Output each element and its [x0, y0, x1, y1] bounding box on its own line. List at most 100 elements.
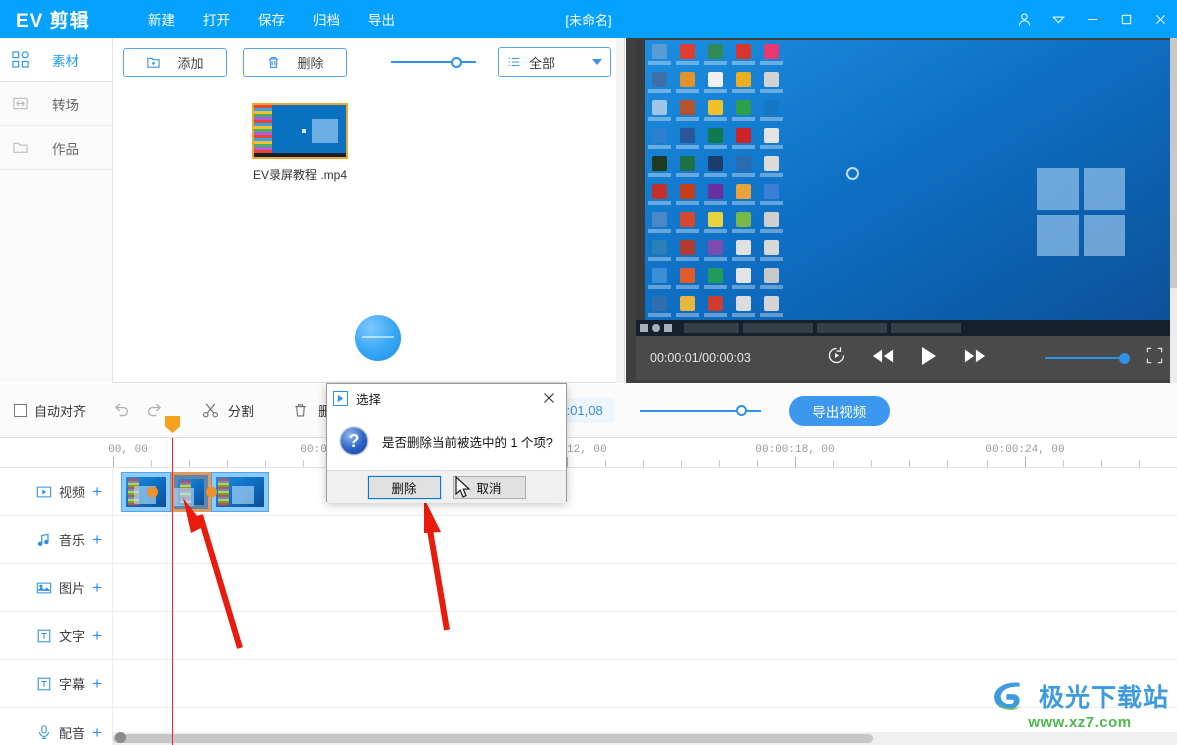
chevron-down-icon[interactable]	[1041, 0, 1075, 38]
timeline-hscrollbar-grip[interactable]	[115, 732, 126, 743]
menu-item-archive[interactable]: 归档	[299, 3, 354, 35]
slider-track	[391, 61, 451, 63]
sidebar-item-materials[interactable]: 素材	[0, 38, 112, 82]
track-head-video[interactable]: 视频 +	[0, 468, 113, 515]
video-canvas[interactable]	[636, 40, 1177, 336]
timeline-zoom-slider[interactable]	[639, 405, 761, 416]
add-button-label: 添加	[177, 55, 204, 71]
clip-handle-right[interactable]	[206, 486, 217, 497]
minimize-icon[interactable]	[1075, 0, 1109, 38]
track-body-video[interactable]	[113, 468, 1177, 515]
aurora-logo-icon	[994, 682, 1021, 710]
clip-video-3[interactable]	[211, 472, 269, 512]
account-icon[interactable]	[1007, 0, 1041, 38]
dialog-close-icon[interactable]	[538, 387, 560, 409]
checkbox-box[interactable]	[14, 404, 27, 417]
subtitle-icon	[36, 676, 52, 692]
export-video-button[interactable]: 导出视频	[788, 395, 890, 426]
filter-select[interactable]: 全部	[498, 47, 611, 77]
timeline-ruler[interactable]: 00, 00 00:00:06, 00 00:00:12, 00 00:00:1…	[0, 438, 1177, 468]
replay-icon[interactable]	[827, 346, 846, 370]
forward-icon[interactable]	[964, 347, 986, 370]
auto-align-checkbox[interactable]: 自动对齐	[14, 401, 86, 420]
track-body-music[interactable]	[113, 516, 1177, 563]
delete-button[interactable]: 删除	[243, 47, 347, 77]
clip-video-1[interactable]	[121, 472, 171, 512]
volume-slider[interactable]	[1045, 352, 1130, 364]
preview-scrollbar-thumb[interactable]	[1170, 38, 1177, 288]
track-head-image[interactable]: 图片 +	[0, 564, 113, 611]
watermark-text: 极光下载站	[1038, 684, 1169, 712]
add-subtitle-track-button[interactable]: +	[92, 675, 102, 692]
ruler-label: 00, 00	[108, 444, 148, 456]
add-image-track-button[interactable]: +	[92, 579, 102, 596]
menu-item-export[interactable]: 导出	[354, 3, 409, 35]
clip-handle-left[interactable]	[147, 486, 158, 497]
track-body-text[interactable]	[113, 612, 1177, 659]
play-icon[interactable]	[920, 346, 938, 371]
app-brand: EV 剪辑	[16, 10, 90, 32]
library-scrollbar[interactable]	[616, 38, 624, 383]
video-icon	[36, 484, 52, 500]
sidebar-label-works: 作品	[52, 141, 79, 157]
track-label-voiceover: 配音	[59, 725, 86, 741]
window-controls	[1007, 0, 1177, 38]
track-row-image: 图片 +	[0, 564, 1177, 612]
text-icon	[36, 628, 52, 644]
thumb-size-slider[interactable]	[391, 56, 476, 68]
track-head-text[interactable]: 文字 +	[0, 612, 113, 659]
menu-item-save[interactable]: 保存	[244, 3, 299, 35]
dialog-body: ? 是否删除当前被选中的 1 个项?	[327, 412, 566, 470]
media-thumbnail[interactable]	[252, 103, 348, 159]
sidebar-item-works[interactable]: 作品	[0, 126, 112, 170]
slider-knob[interactable]	[451, 56, 462, 68]
dialog-cancel-button[interactable]: 取消	[452, 475, 526, 499]
fullscreen-icon[interactable]	[1146, 347, 1163, 369]
maximize-icon[interactable]	[1109, 0, 1143, 38]
timeline-hscrollbar[interactable]	[113, 732, 1177, 745]
rewind-icon[interactable]	[872, 347, 894, 370]
microphone-icon	[36, 724, 52, 740]
sidebar: 素材 转场 作品	[0, 38, 113, 383]
zoom-knob[interactable]	[735, 405, 747, 416]
auto-align-label: 自动对齐	[34, 404, 87, 419]
site-watermark: 极光下载站 www.xz7.com	[991, 678, 1169, 731]
sidebar-item-transitions[interactable]: 转场	[0, 82, 112, 126]
track-label-text: 文字	[59, 629, 86, 644]
add-video-track-button[interactable]: +	[92, 483, 102, 500]
volume-knob[interactable]	[1119, 352, 1130, 364]
image-icon	[36, 580, 52, 596]
menu-item-new[interactable]: 新建	[134, 3, 189, 35]
redo-icon[interactable]	[145, 399, 164, 423]
chevron-down-icon	[592, 59, 602, 65]
add-music-track-button[interactable]: +	[92, 531, 102, 548]
playback-time: 00:00:01/00:00:03	[650, 351, 751, 365]
windows-logo	[1037, 168, 1125, 256]
split-button[interactable]: 分割	[202, 401, 254, 420]
transition-icon	[12, 95, 38, 113]
preview-panel: 00:00:01/00:00:03	[626, 38, 1177, 383]
track-body-image[interactable]	[113, 564, 1177, 611]
dialog-message: 是否删除当前被选中的 1 个项?	[382, 435, 553, 450]
media-item[interactable]: EV录屏教程 .mp4	[252, 103, 348, 183]
close-icon[interactable]	[1143, 0, 1177, 38]
track-head-voiceover[interactable]: 配音 +	[0, 708, 113, 745]
track-row-video: 视频 +	[0, 468, 1177, 516]
add-text-track-button[interactable]: +	[92, 627, 102, 644]
undo-icon[interactable]	[112, 399, 131, 423]
menu-item-open[interactable]: 打开	[189, 3, 244, 35]
add-button[interactable]: 添加	[123, 47, 227, 77]
clip-video-2-selected[interactable]	[171, 472, 211, 512]
track-label-video: 视频	[59, 485, 86, 500]
add-voiceover-track-button[interactable]: +	[92, 724, 102, 741]
playhead[interactable]	[165, 416, 180, 745]
dialog-confirm-button[interactable]: 删除	[366, 474, 442, 500]
track-head-subtitle[interactable]: 字幕 +	[0, 660, 113, 707]
preview-scrollbar[interactable]	[1170, 38, 1177, 383]
track-head-music[interactable]: 音乐 +	[0, 516, 113, 563]
app-root: EV 剪辑 新建 打开 保存 归档 导出 [未命名] 素材 转场 作品 添加 删…	[0, 0, 1177, 745]
track-label-subtitle: 字幕	[59, 677, 86, 692]
timeline-hscrollbar-thumb[interactable]	[113, 734, 873, 743]
question-icon: ?	[340, 427, 368, 455]
ruler-label: 00:00:18, 00	[755, 444, 835, 456]
